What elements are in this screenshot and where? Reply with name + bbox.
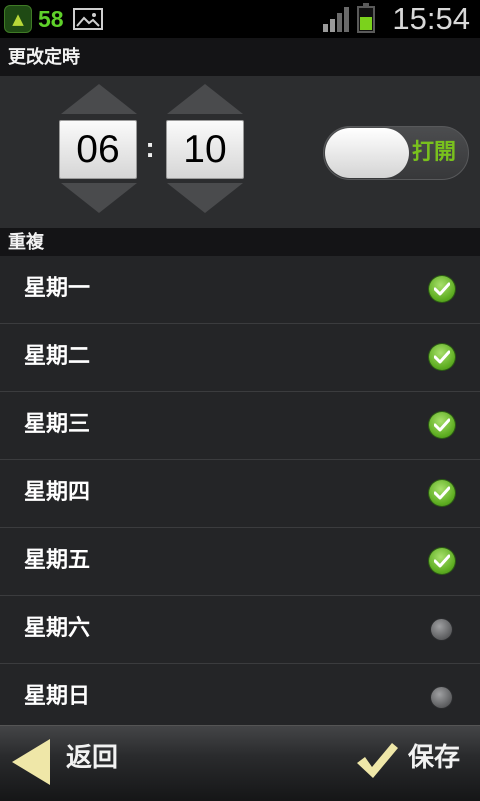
notification-count: 58 [38,6,64,32]
battery-icon [357,3,375,33]
unchecked-circle-icon[interactable] [431,619,452,640]
day-label: 星期日 [24,684,91,709]
day-item-wed[interactable]: 星期三 [0,392,480,460]
picture-icon [73,8,103,30]
hour-field[interactable]: 06 [59,120,137,179]
back-button[interactable]: 返回 [0,726,240,801]
back-label: 返回 [66,743,119,773]
minute-up-arrow[interactable] [167,84,243,114]
hour-up-arrow[interactable] [61,84,137,114]
day-item-fri[interactable]: 星期五 [0,528,480,596]
toggle-label: 打開 [412,140,457,165]
checkmark-icon[interactable] [429,480,455,506]
repeat-header: 重複 [0,228,480,256]
day-label: 星期四 [24,480,91,505]
checkmark-icon[interactable] [429,276,455,302]
time-picker: 06 : 10 打開 [0,76,480,228]
day-label: 星期五 [24,548,91,573]
battery-level [360,17,372,30]
time-separator: : [145,132,155,163]
status-time: 15:54 [392,1,470,36]
unchecked-circle-icon[interactable] [431,687,452,708]
day-item-thu[interactable]: 星期四 [0,460,480,528]
toggle-knob[interactable] [325,128,409,178]
alarm-toggle[interactable]: 打開 [323,126,469,180]
check-icon [357,743,398,778]
hour-down-arrow[interactable] [61,183,137,213]
day-item-tue[interactable]: 星期二 [0,324,480,392]
day-item-mon[interactable]: 星期一 [0,256,480,324]
day-item-sat[interactable]: 星期六 [0,596,480,664]
day-item-sun[interactable]: 星期日 [0,664,480,732]
checkmark-icon[interactable] [429,412,455,438]
save-button[interactable]: 保存 [240,726,480,801]
bottom-bar: 返回 保存 [0,725,480,801]
checkmark-icon[interactable] [429,344,455,370]
back-arrow-icon [12,739,50,785]
day-label: 星期一 [24,276,91,301]
checkmark-icon[interactable] [429,548,455,574]
page-title: 更改定時 [0,38,480,76]
day-label: 星期三 [24,412,91,437]
status-bar: ▲ 58 15:54 [0,0,480,38]
day-label: 星期六 [24,616,91,641]
day-label: 星期二 [24,344,91,369]
tiger-badge-icon: ▲ [4,5,32,33]
minute-field[interactable]: 10 [166,120,244,179]
save-label: 保存 [408,743,461,773]
minute-down-arrow[interactable] [167,183,243,213]
day-list: 星期一 星期二 星期三 星期四 星期五 星期六 星期日 [0,256,480,732]
signal-icon [323,7,349,32]
